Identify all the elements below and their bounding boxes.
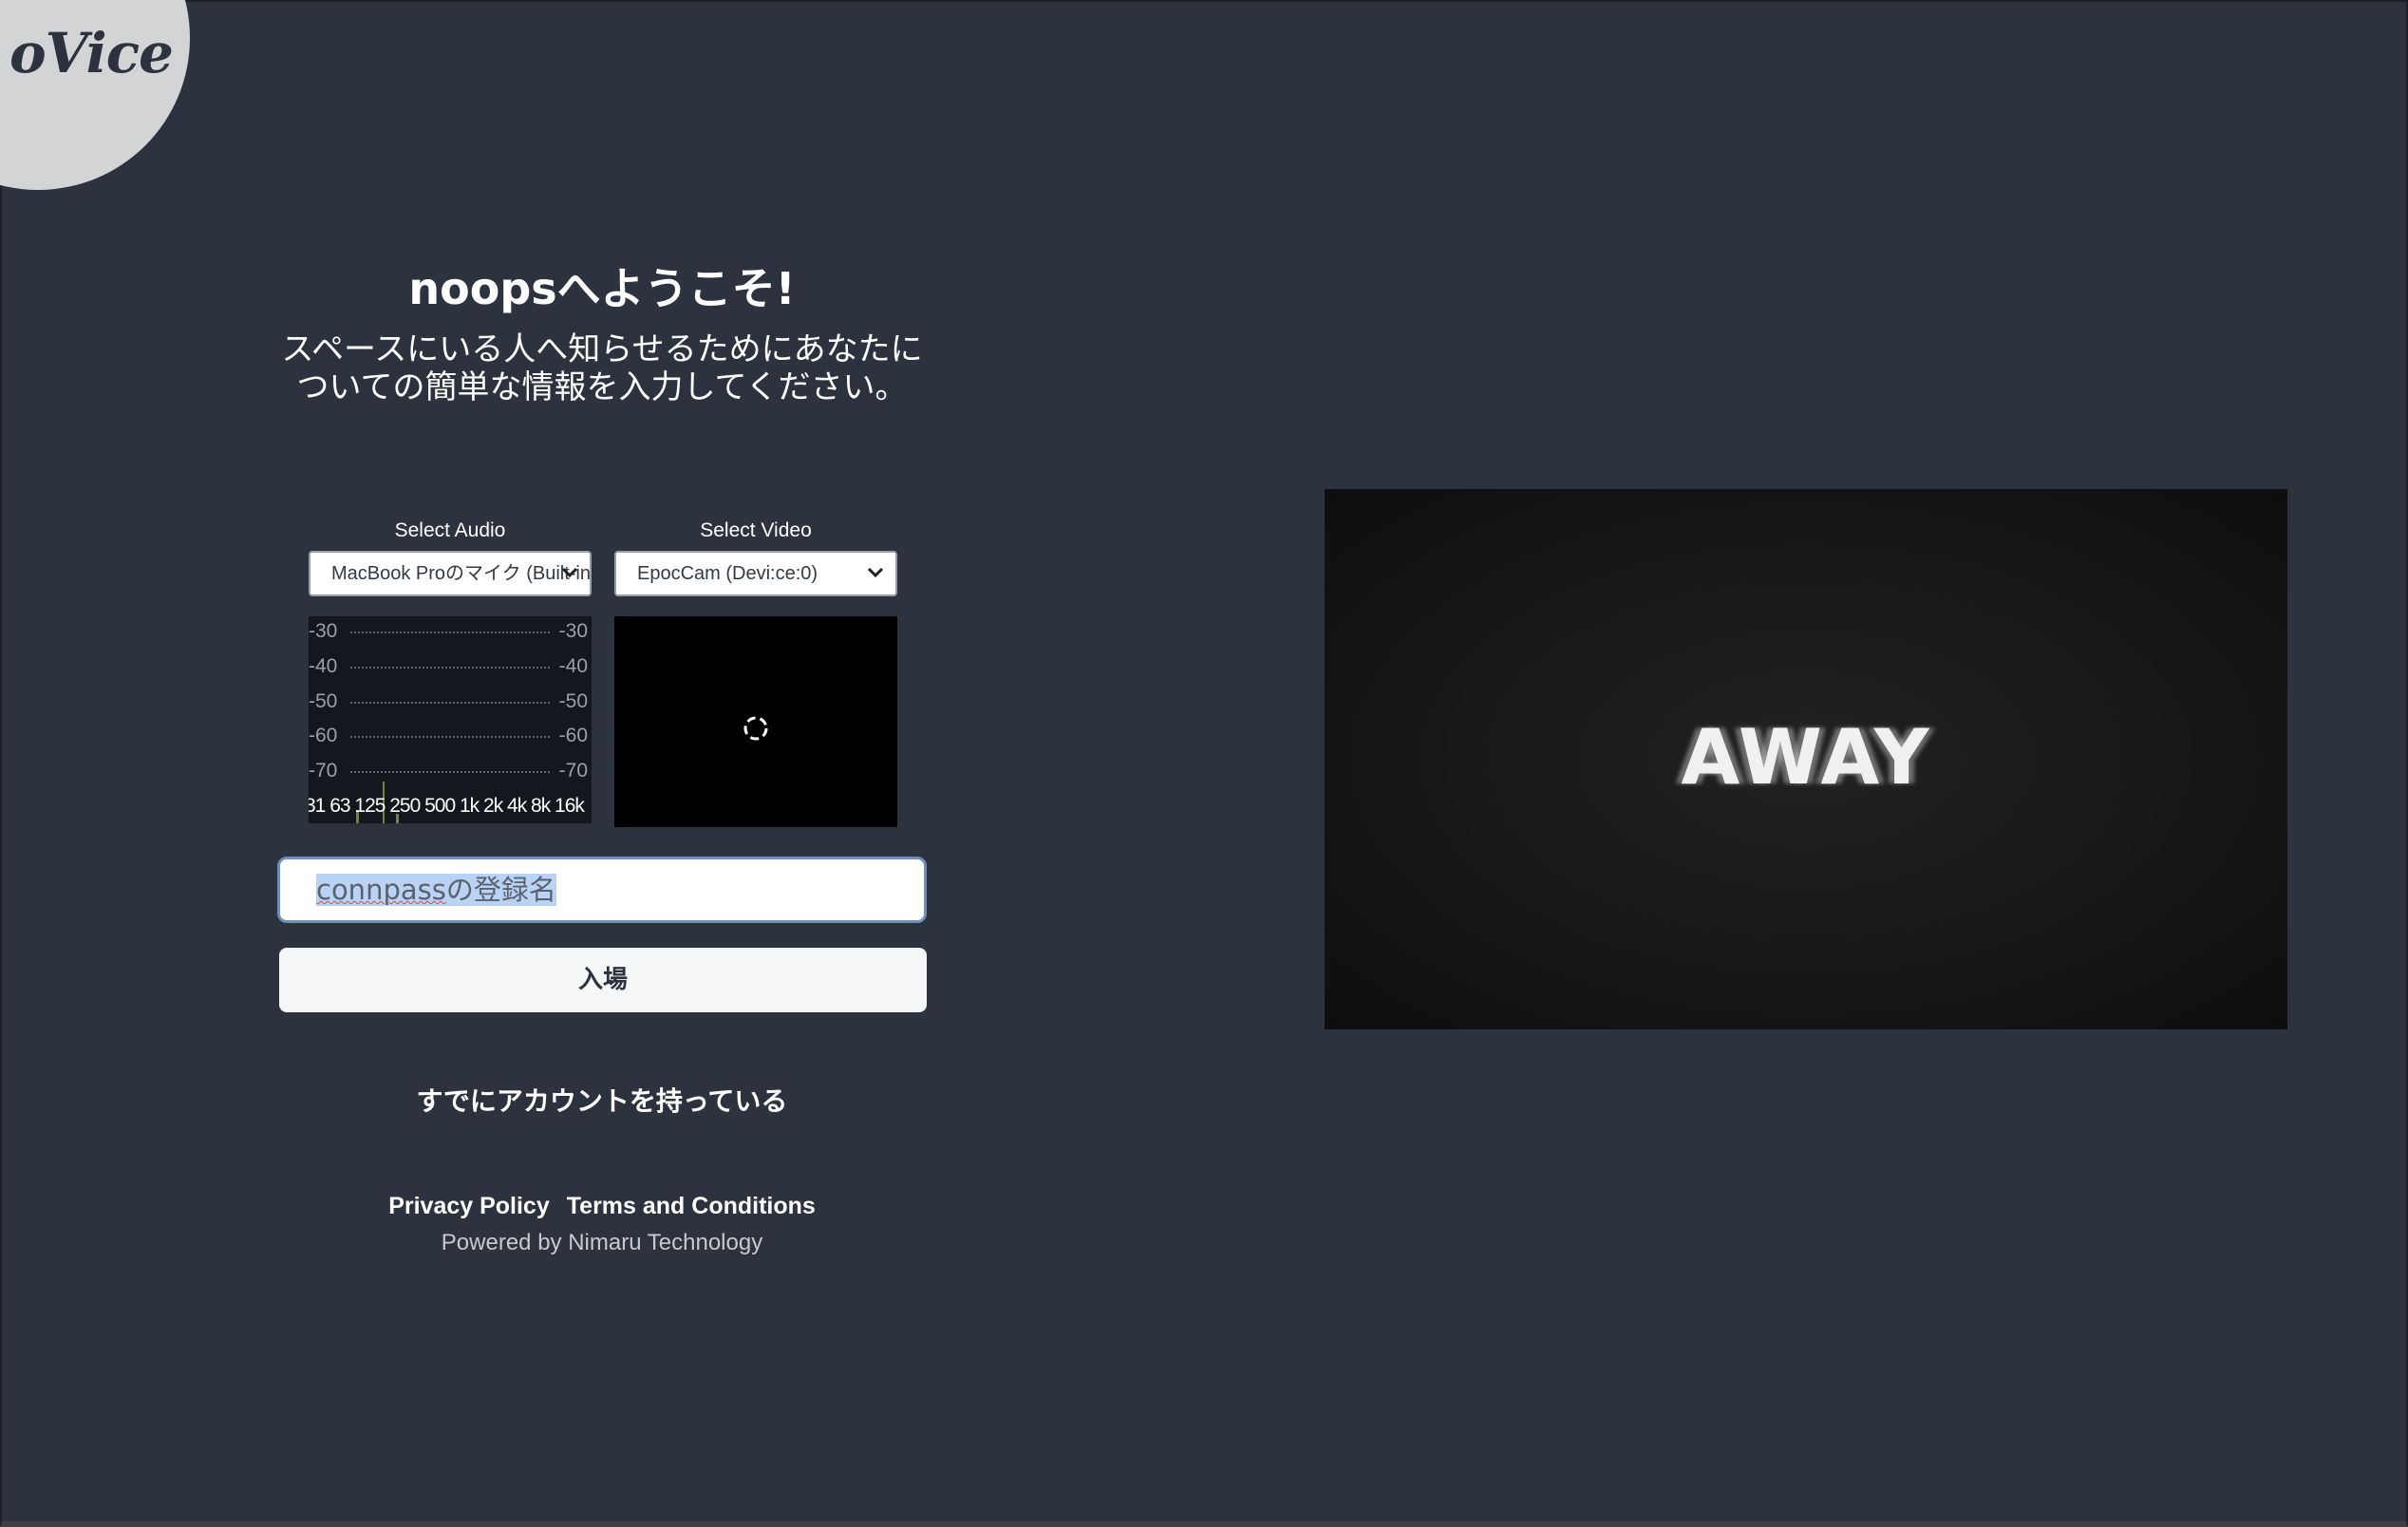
meter-row: -40 -40 bbox=[309, 655, 592, 678]
ovice-logo[interactable]: oVice bbox=[9, 21, 174, 85]
privacy-policy-link[interactable]: Privacy Policy bbox=[388, 1193, 550, 1219]
meter-row: -50 -50 bbox=[309, 690, 592, 713]
footer-links: Privacy Policy Terms and Conditions bbox=[277, 1193, 927, 1220]
db-label: -40 bbox=[558, 655, 588, 677]
audio-select-value: MacBook Proのマイク (Built-in) bbox=[331, 563, 592, 584]
name-input-value-prefix: connpass bbox=[316, 874, 446, 906]
existing-account-link[interactable]: すでにアカウントを持っている bbox=[277, 1081, 927, 1119]
video-preview bbox=[614, 616, 897, 827]
db-label: -30 bbox=[309, 620, 338, 642]
db-label: -50 bbox=[558, 690, 588, 712]
camera-preview: AWAY bbox=[1325, 489, 2287, 1029]
meter-row: -70 -70 bbox=[309, 760, 592, 782]
video-select-value: EpocCam (Devi:ce:0) bbox=[637, 563, 818, 584]
meter-row: -30 -30 bbox=[309, 620, 592, 643]
audio-select[interactable]: MacBook Proのマイク (Built-in) bbox=[309, 551, 592, 596]
db-label: -60 bbox=[558, 725, 588, 746]
select-video-label: Select Video bbox=[700, 519, 812, 541]
audio-level-meter: -30 -30 -40 -40 -50 -50 -60 -60 -70 -70 … bbox=[309, 616, 592, 823]
frequency-labels: 31 63 125 250 500 1k 2k 4k 8k 16k bbox=[309, 795, 585, 817]
name-input-selection: connpassの登録名 bbox=[316, 874, 556, 906]
meter-row: -60 -60 bbox=[309, 725, 592, 747]
db-label: -60 bbox=[309, 725, 338, 746]
db-label: -40 bbox=[309, 655, 338, 677]
away-status-text: AWAY bbox=[1681, 713, 1931, 801]
loading-spinner-icon bbox=[743, 716, 768, 741]
chevron-down-icon bbox=[867, 567, 884, 578]
terms-link[interactable]: Terms and Conditions bbox=[567, 1193, 816, 1219]
db-label: -50 bbox=[309, 690, 338, 712]
db-label: -30 bbox=[558, 620, 588, 642]
powered-by-text: Powered by Nimaru Technology bbox=[441, 1230, 763, 1255]
select-audio-label: Select Audio bbox=[394, 519, 506, 541]
name-input-value-suffix: の登録名 bbox=[445, 874, 556, 906]
chevron-down-icon bbox=[561, 567, 578, 578]
welcome-subtitle: スペースにいる人へ知らせるためにあなたについての簡単な情報を入力してください。 bbox=[281, 330, 923, 406]
db-label: -70 bbox=[558, 760, 588, 782]
db-label: -70 bbox=[309, 760, 338, 782]
welcome-title: noopsへようこそ! bbox=[408, 263, 796, 314]
video-select[interactable]: EpocCam (Devi:ce:0) bbox=[614, 551, 897, 596]
name-input[interactable]: connpassの登録名 bbox=[277, 857, 927, 923]
enter-button[interactable]: 入場 bbox=[279, 948, 927, 1012]
